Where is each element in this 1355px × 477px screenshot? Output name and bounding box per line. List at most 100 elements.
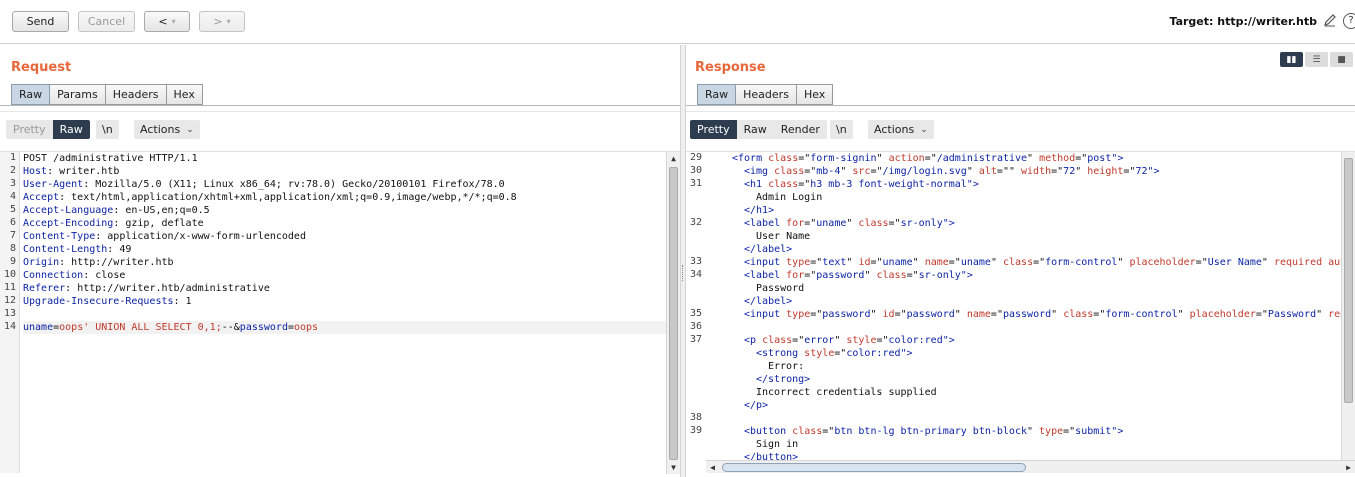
code-token: <input	[744, 257, 787, 268]
request-pretty-button[interactable]: Pretty	[6, 120, 53, 139]
tab-request-params[interactable]: Params	[50, 84, 106, 105]
code-line[interactable]: Origin: http://writer.htb	[23, 256, 174, 269]
code-line[interactable]: </button>	[744, 451, 798, 460]
code-token: uname	[816, 218, 847, 229]
code-line[interactable]: </strong>	[756, 373, 810, 386]
response-vertical-scrollbar[interactable]	[1341, 152, 1355, 461]
code-line[interactable]: </label>	[744, 295, 792, 308]
code-line[interactable]: Upgrade-Insecure-Requests: 1	[23, 295, 192, 308]
back-button[interactable]: < ▾	[144, 11, 190, 32]
line-number: 37	[689, 334, 702, 345]
code-line[interactable]: <p class="error" style="color:red">	[744, 334, 955, 347]
response-render-button[interactable]: Render	[773, 120, 827, 139]
pencil-icon[interactable]	[1323, 13, 1337, 29]
code-line[interactable]: Password	[756, 282, 804, 295]
code-token: placeholder	[1129, 257, 1196, 268]
code-line[interactable]: Incorrect credentials supplied	[756, 386, 937, 399]
response-horizontal-scrollbar[interactable]: ◀ ▶	[706, 460, 1355, 473]
code-token: method	[1039, 153, 1076, 164]
response-code[interactable]: 29 <form class="form-signin" action="/adm…	[686, 152, 1341, 460]
request-newline-toggle[interactable]: \n	[96, 120, 119, 139]
code-line[interactable]: Content-Type: application/x-www-form-url…	[23, 230, 306, 243]
cancel-button[interactable]: Cancel	[78, 11, 135, 32]
code-line[interactable]: <form class="form-signin" action="/admin…	[732, 152, 1123, 165]
response-title: Response	[695, 60, 766, 75]
code-line[interactable]: Accept-Language: en-US,en;q=0.5	[23, 204, 210, 217]
tab-request-raw[interactable]: Raw	[11, 84, 51, 105]
tab-response-hex[interactable]: Hex	[796, 84, 834, 105]
response-editor[interactable]: 29 <form class="form-signin" action="/adm…	[686, 151, 1355, 473]
scrollbar-thumb[interactable]	[722, 463, 1026, 472]
help-icon[interactable]: ?	[1343, 13, 1355, 29]
split-vertical-icon[interactable]: ☰	[1305, 52, 1328, 67]
code-line[interactable]: </p>	[744, 399, 768, 412]
tab-response-raw[interactable]: Raw	[697, 84, 737, 105]
code-line[interactable]: User-Agent: Mozilla/5.0 (X11; Linux x86_…	[23, 178, 505, 191]
code-line[interactable]: uname=oops' UNION ALL SELECT 0,1;--&pass…	[23, 321, 318, 334]
request-editor[interactable]: 1 POST /administrative HTTP/1.1 2 Host: wri…	[0, 151, 680, 474]
request-code[interactable]: 1 POST /administrative HTTP/1.1 2 Host: wri…	[0, 152, 666, 473]
line-number: 29	[689, 152, 702, 163]
forward-dropdown-icon[interactable]: ▾	[227, 17, 231, 26]
split-horizontal-icon[interactable]: ▮▮	[1280, 52, 1303, 67]
code-line[interactable]: Host: writer.htb	[23, 165, 119, 178]
back-dropdown-icon[interactable]: ▾	[172, 17, 176, 26]
scroll-down-icon[interactable]: ▼	[667, 461, 680, 474]
code-line[interactable]: Referer: http://writer.htb/administrativ…	[23, 282, 270, 295]
request-vertical-scrollbar[interactable]: ▲ ▼	[666, 152, 680, 474]
code-line[interactable]: User Name	[756, 230, 810, 243]
code-line[interactable]: <strong style="color:red">	[756, 347, 913, 360]
code-line[interactable]: Error:	[768, 360, 804, 373]
request-raw-button[interactable]: Raw	[52, 120, 90, 139]
response-pretty-button[interactable]: Pretty	[690, 120, 737, 139]
code-line[interactable]: Accept: text/html,application/xhtml+xml,…	[23, 191, 517, 204]
forward-button[interactable]: > ▾	[199, 11, 245, 32]
code-line[interactable]: </label>	[744, 243, 792, 256]
scrollbar-thumb[interactable]	[1344, 158, 1353, 403]
tab-response-headers[interactable]: Headers	[736, 84, 797, 105]
response-newline-toggle[interactable]: \n	[830, 120, 853, 139]
code-line[interactable]: <h1 class="h3 mb-3 font-weight-normal">	[744, 178, 979, 191]
response-raw-button[interactable]: Raw	[736, 120, 774, 139]
code-line[interactable]: Content-Length: 49	[23, 243, 131, 256]
code-line[interactable]: <label for="password" class="sr-only">	[744, 269, 973, 282]
code-token: : en-US,en;q=0.5	[113, 205, 210, 216]
code-token: ">	[942, 335, 955, 346]
code-line[interactable]: Connection: close	[23, 269, 125, 282]
code-line[interactable]: POST /administrative HTTP/1.1	[23, 152, 198, 165]
code-line[interactable]: Accept-Encoding: gzip, deflate	[23, 217, 204, 230]
code-token: class	[768, 179, 799, 190]
code-token: id	[858, 257, 871, 268]
code-line[interactable]: <button class="btn btn-lg btn-primary bt…	[744, 425, 1123, 438]
code-line[interactable]: </h1>	[744, 204, 774, 217]
scroll-left-icon[interactable]: ◀	[706, 461, 719, 474]
code-token: "	[1075, 166, 1088, 177]
scrollbar-thumb[interactable]	[669, 167, 678, 460]
code-line[interactable]: <input type="password" id="password" nam…	[744, 308, 1341, 321]
request-actions-button[interactable]: Actions ⌄	[134, 120, 200, 139]
line-number: 14	[3, 321, 16, 332]
code-token: <p	[744, 335, 763, 346]
response-actions-button[interactable]: Actions ⌄	[868, 120, 934, 139]
tabs-icon[interactable]: ■	[1330, 52, 1353, 67]
scroll-up-icon[interactable]: ▲	[667, 152, 680, 165]
code-line[interactable]: <input type="text" id="uname" name="unam…	[744, 256, 1341, 269]
code-token: ">	[1147, 166, 1160, 177]
code-line[interactable]: Sign in	[756, 438, 798, 451]
code-line[interactable]: Admin Login	[756, 191, 822, 204]
code-token: </strong>	[756, 374, 811, 385]
code-token: class	[858, 218, 889, 229]
code-token: ="	[876, 335, 889, 346]
code-token: POST /administrative HTTP/1.1	[23, 153, 198, 164]
scroll-right-icon[interactable]: ▶	[1342, 461, 1355, 474]
line-number: 38	[689, 412, 702, 423]
code-line[interactable]: <label for="uname" class="sr-only">	[744, 217, 955, 230]
response-tab-underline	[686, 105, 1355, 106]
response-view-bar: Pretty Raw Render \n Actions ⌄	[686, 111, 1355, 139]
send-button[interactable]: Send	[12, 11, 69, 32]
code-line[interactable]: <img class="mb-4" src="/img/login.svg" a…	[744, 165, 1160, 178]
tab-request-headers[interactable]: Headers	[105, 84, 167, 105]
tab-request-hex[interactable]: Hex	[166, 84, 203, 105]
code-token: Password	[1267, 309, 1317, 320]
code-token: form-signin	[810, 153, 877, 164]
